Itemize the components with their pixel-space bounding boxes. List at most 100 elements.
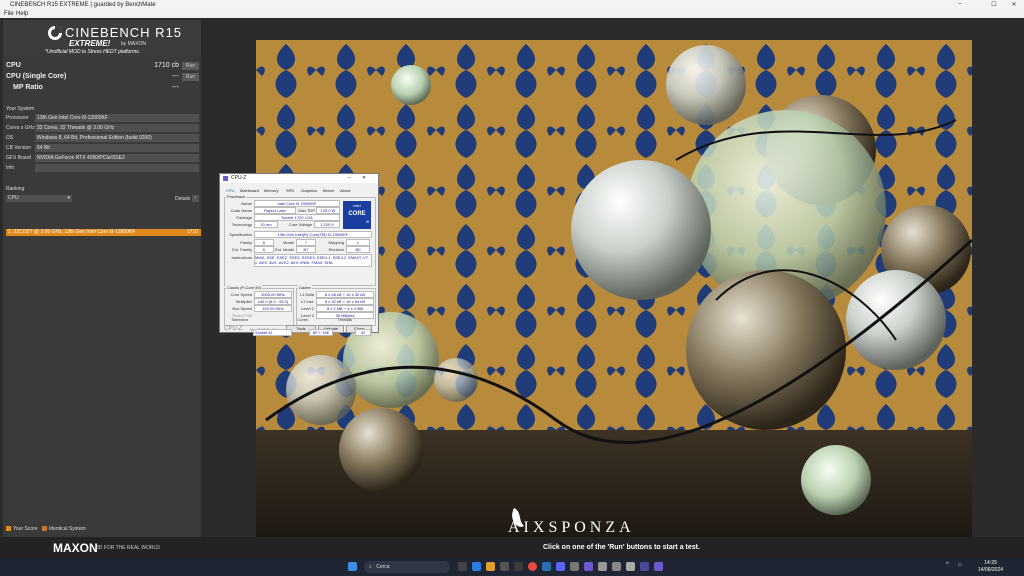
- cpuz-tab-spd[interactable]: SPD: [286, 188, 294, 193]
- mp-ratio-value: ---: [172, 84, 179, 91]
- instructions-field: MMX, SSE, SSE2, SSE3, SSSE3, SSE4.1, SSE…: [254, 254, 372, 267]
- cpuz-app-icon: [223, 176, 228, 181]
- mail-icon[interactable]: [500, 562, 509, 571]
- cinebench-app: CINEBENCH R15 EXTREME! by MAXON *Unoffic…: [0, 18, 1024, 559]
- voltage-field: 1.200 V: [314, 221, 340, 228]
- name-label: Name: [241, 201, 252, 206]
- ranking-entry[interactable]: 1. 32C/32T @ 3.00 GHz, 13th Gen Intel Co…: [6, 229, 201, 236]
- l1d-label: L1 Data: [299, 292, 314, 297]
- chrome-icon[interactable]: [528, 562, 537, 571]
- info-row-os: OS Windows 8, 64 Bit, Professional Editio…: [3, 133, 201, 143]
- cpu-run-button[interactable]: Run: [182, 62, 199, 70]
- l2-field: 8 x 2 MB + 4 x 4 MB: [316, 305, 374, 312]
- cpuz-minimize-button[interactable]: –: [348, 175, 351, 181]
- details-arrow-icon[interactable]: ›: [192, 195, 199, 202]
- menu-file[interactable]: File: [4, 11, 14, 17]
- cache-group-title: Cache: [298, 285, 312, 290]
- spec-field: 13th Gen Intel(R) Core(TM) i9-13900KF: [254, 231, 372, 238]
- system-section: Your System Processor 13th Gen Intel Core…: [3, 106, 201, 173]
- minimize-button[interactable]: –: [950, 1, 970, 7]
- ranking-entry-score: 1710: [186, 229, 198, 235]
- extfamily-label: Ext. Family: [232, 247, 252, 252]
- details-button[interactable]: Details: [175, 196, 190, 202]
- ranking-header: Ranking: [6, 186, 25, 192]
- taskbar-clock[interactable]: 14:29 14/06/2024: [978, 560, 1003, 574]
- app-subtitle: *Unofficial MOD to Stress HEDT platforms…: [45, 49, 141, 55]
- maxon-tagline: 3D FOR THE REAL WORLD: [96, 545, 160, 551]
- clocks-group-title: Clocks (P-Core #0): [226, 285, 263, 290]
- cpuz-tab-graphics[interactable]: Graphics: [301, 188, 317, 193]
- cpuz-titlebar: CPU-Z – ✕: [220, 174, 378, 183]
- cpuz-tab-mainboard[interactable]: Mainboard: [240, 188, 259, 193]
- cpuz-tab-about[interactable]: About: [340, 188, 350, 193]
- app-icon-4[interactable]: [612, 562, 621, 571]
- maxon-logo: MAXON: [53, 541, 98, 555]
- corespeed-field: 3000.00 MHz: [254, 291, 292, 298]
- cinebench-taskbar-icon[interactable]: [640, 562, 649, 571]
- revision-field: B0: [346, 246, 370, 253]
- maxtdp-field: 125.0 W: [316, 207, 340, 214]
- selection-dropdown[interactable]: Socket #1: [253, 329, 292, 336]
- codename-label: Code Name: [230, 208, 252, 213]
- cpuz-window: CPU-Z – ✕ CPU Mainboard Memory SPD Graph…: [219, 173, 379, 333]
- technology-label: Technology: [231, 222, 252, 227]
- menu-bar: File Help: [0, 10, 1024, 18]
- info-row-processor: Processor 13th Gen Intel Core i9-13900KF: [3, 113, 201, 123]
- single-run-button[interactable]: Run: [182, 73, 199, 81]
- app-icon-2[interactable]: [584, 562, 593, 571]
- tray-chevron-icon[interactable]: ^: [946, 562, 949, 568]
- app-icon-3[interactable]: [598, 562, 607, 571]
- stepping-field: 1: [346, 239, 370, 246]
- cpuz-tab-cpu[interactable]: CPU: [226, 188, 234, 193]
- status-hint: Click on one of the 'Run' buttons to sta…: [543, 544, 700, 551]
- taskbar-search[interactable]: ⌕ Cerca: [364, 561, 450, 573]
- store-icon[interactable]: [514, 562, 523, 571]
- codename-field: Raptor Lake: [254, 207, 296, 214]
- l1i-field: 8 x 32 kB + 16 x 64 kB: [316, 298, 374, 305]
- intel-core-logo: intel CORE i9: [343, 201, 371, 229]
- app-icon-5[interactable]: [626, 562, 635, 571]
- instructions-label: Instructions: [231, 255, 252, 260]
- family-label: Family: [240, 240, 252, 245]
- processor-group-title: Processor: [226, 194, 247, 199]
- discord-icon[interactable]: [556, 562, 565, 571]
- task-view-icon[interactable]: [458, 562, 467, 571]
- search-icon: ⌕: [369, 564, 372, 570]
- cpuz-close-button[interactable]: ✕: [362, 175, 366, 181]
- cores-field: 8P + 16E: [309, 329, 333, 336]
- network-icon[interactable]: ⌂: [958, 562, 962, 568]
- app-edition: EXTREME!: [69, 39, 111, 48]
- start-icon[interactable]: [348, 562, 357, 571]
- cpu-name-field: Intel Core i9 13900KF: [254, 200, 340, 207]
- maximize-button[interactable]: ☐: [984, 1, 1004, 8]
- steam-icon[interactable]: [542, 562, 551, 571]
- cpuz-tab-bench[interactable]: Bench: [323, 188, 334, 193]
- window-titlebar: CINEBENCH R15 EXTREME | guarded by Bench…: [0, 0, 1024, 10]
- app-icon-1[interactable]: [570, 562, 579, 571]
- cinebench-logo-icon: [48, 26, 62, 40]
- selection-row: Socket #1 8P + 16E 32: [219, 327, 379, 337]
- cpuz-title: CPU-Z: [231, 175, 247, 181]
- file-explorer-icon[interactable]: [486, 562, 495, 571]
- your-score-swatch: [6, 526, 11, 532]
- edge-icon[interactable]: [472, 562, 481, 571]
- taskbar: ⌕ Cerca ^ ⌂ 14:29 14/06/2024: [0, 558, 1024, 576]
- l1i-label: L1 Inst.: [300, 299, 314, 304]
- close-button[interactable]: ✕: [1004, 1, 1024, 8]
- cpuz-tab-memory[interactable]: Memory: [264, 188, 278, 193]
- identical-swatch: [41, 526, 47, 532]
- multiplier-field: x30.0 (8.0 - 55.0): [254, 298, 292, 305]
- bus-field: 100.00 MHz: [254, 305, 292, 312]
- menu-help[interactable]: Help: [16, 11, 28, 17]
- revision-label: Revision: [328, 247, 344, 252]
- extfamily-field: 6: [254, 246, 274, 253]
- cinebench-logo: CINEBENCH R15 EXTREME! by MAXON *Unoffic…: [3, 20, 201, 56]
- info-row-info[interactable]: Info: [3, 163, 201, 173]
- corespeed-label: Core Speed: [230, 292, 252, 297]
- cpu-score: 1710 cb: [154, 62, 179, 69]
- cpuz-taskbar-icon[interactable]: [654, 562, 663, 571]
- package-field: Socket 1700 LGA: [254, 214, 340, 221]
- ranking-select[interactable]: CPU ▾: [6, 195, 72, 202]
- multiplier-label: Multiplier: [235, 299, 252, 304]
- l2-label: Level 2: [301, 306, 314, 311]
